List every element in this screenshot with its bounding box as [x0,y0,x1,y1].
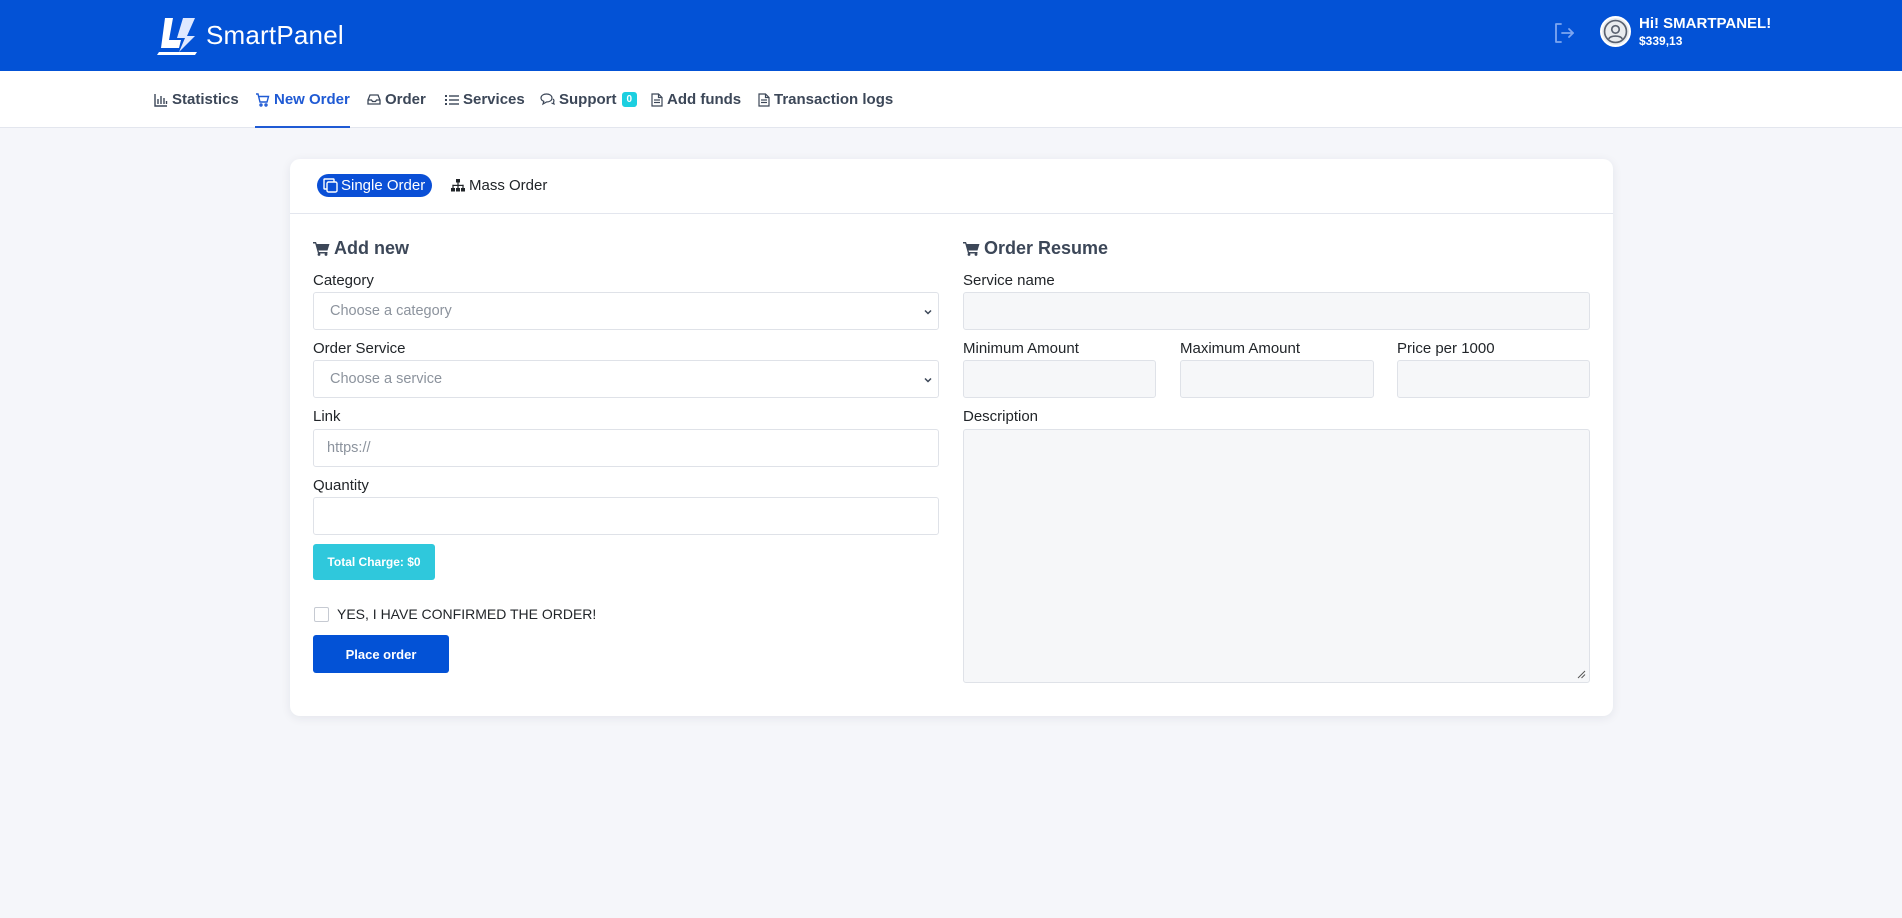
link-input[interactable]: https:// [313,429,939,467]
logout-icon[interactable] [1552,21,1576,45]
copy-icon [323,178,338,193]
service-name-label: Service name [963,272,1055,289]
nav-item-statistics[interactable]: Statistics [154,71,239,128]
cart-icon [963,242,980,256]
nav-item-order[interactable]: Order [367,71,426,128]
link-label: Link [313,408,341,425]
minimum-amount-field[interactable] [963,360,1156,398]
quantity-label: Quantity [313,477,369,494]
nav-item-services[interactable]: Services [445,71,525,128]
nav-label-services: Services [463,91,525,108]
chevron-down-icon [924,309,932,315]
top-bar: SmartPanel Hi! SMARTPANEL! $339,13 [0,0,1902,71]
sitemap-icon [451,179,465,192]
cart-icon [256,92,270,107]
total-charge-badge: Total Charge: $0 [313,544,435,580]
add-new-title-text: Add new [334,238,409,258]
nav-item-new-order[interactable]: New Order [255,71,350,128]
tab-mass-order[interactable]: Mass Order [451,174,547,197]
user-greeting[interactable]: Hi! SMARTPANEL! [1639,15,1771,32]
nav-label-new-order: New Order [274,91,350,108]
logo-icon [157,14,203,56]
order-resume-title-text: Order Resume [984,238,1109,258]
tab-single-label: Single Order [341,177,426,194]
cart-icon [313,242,330,256]
resize-handle-icon[interactable] [1577,670,1586,679]
minimum-amount-label: Minimum Amount [963,340,1079,357]
link-input-placeholder: https:// [327,440,371,456]
support-count-badge: 0 [621,92,638,107]
quantity-input[interactable] [313,497,939,535]
main-nav: Statistics New Order Order Services Supp… [0,71,1902,128]
bar-chart-icon [154,93,168,107]
nav-label-add-funds: Add funds [667,91,742,108]
price-per-1000-field[interactable] [1397,360,1590,398]
price-per-1000-label: Price per 1000 [1397,340,1495,357]
tab-single-order[interactable]: Single Order [317,174,433,197]
nav-label-support: Support [559,91,617,108]
nav-label-statistics: Statistics [172,91,239,108]
tab-mass-label: Mass Order [469,177,548,194]
maximum-amount-label: Maximum Amount [1180,340,1301,357]
add-new-title: Add new [313,238,409,259]
list-icon [445,94,459,105]
category-select[interactable]: Choose a category [313,292,939,330]
confirm-checkbox-label[interactable]: YES, I HAVE CONFIRMED THE ORDER! [337,606,596,622]
category-label: Category [313,272,374,289]
description-label: Description [963,408,1039,425]
order-tabs: Single Order Mass Order [290,159,1613,214]
document-icon [758,92,770,107]
nav-item-add-funds[interactable]: Add funds [651,71,741,128]
order-service-select[interactable]: Choose a service [313,360,939,398]
logo-text: SmartPanel [206,19,344,50]
nav-label-order: Order [385,91,426,108]
description-textarea[interactable] [963,429,1590,683]
maximum-amount-field[interactable] [1180,360,1374,398]
category-select-value: Choose a category [330,303,452,319]
order-resume-title: Order Resume [963,238,1108,259]
nav-item-support[interactable]: Support 0 [540,71,638,128]
nav-label-transaction-logs: Transaction logs [774,91,894,108]
user-avatar-icon[interactable] [1600,16,1631,47]
order-card: Single Order Mass Order Add new Category… [290,159,1613,716]
order-service-label: Order Service [313,340,406,357]
service-name-field[interactable] [963,292,1590,330]
document-icon [651,92,663,107]
place-order-button[interactable]: Place order [313,635,449,673]
brand-logo[interactable]: SmartPanel [157,14,344,56]
order-service-select-value: Choose a service [330,371,443,387]
confirm-checkbox[interactable] [314,607,329,622]
inbox-icon [367,94,381,105]
chevron-down-icon [924,377,932,383]
user-balance: $339,13 [1639,34,1683,48]
nav-item-transaction-logs[interactable]: Transaction logs [758,71,893,128]
chat-icon [540,93,555,106]
